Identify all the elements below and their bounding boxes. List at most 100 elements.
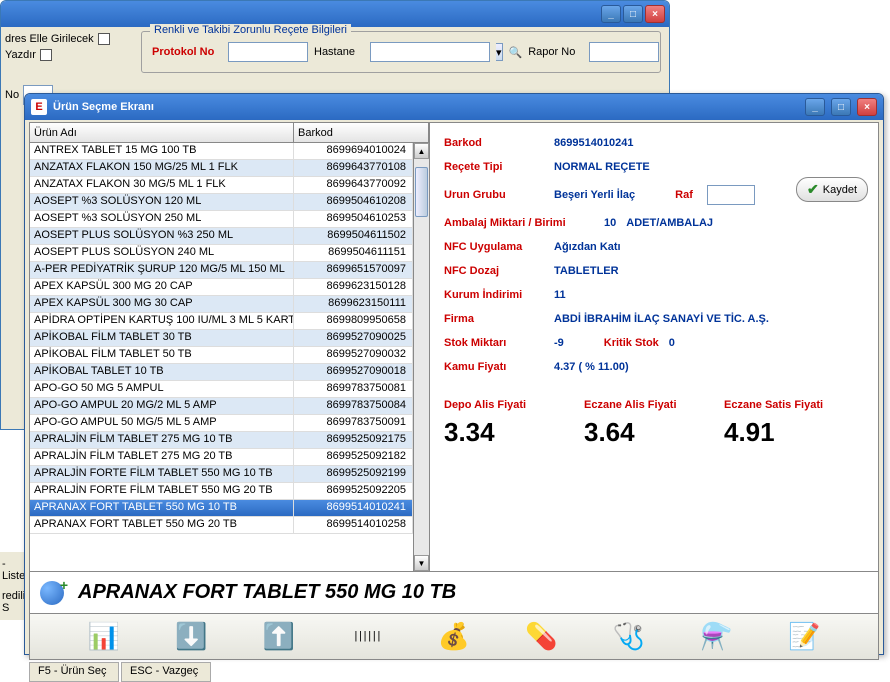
- table-row[interactable]: AOSEPT %3 SOLÜSYON 120 ML8699504610208: [30, 194, 413, 211]
- scroll-down-icon[interactable]: ▼: [414, 555, 429, 571]
- recete-fieldset: Renkli ve Takibi Zorunlu Reçete Bilgiler…: [141, 31, 661, 73]
- col-urun-adi[interactable]: Ürün Adı: [30, 123, 294, 142]
- table-row[interactable]: APRANAX FORT TABLET 550 MG 20 TB86995140…: [30, 517, 413, 534]
- status-bar: F5 - Ürün Seç ESC - Vazgeç: [29, 662, 879, 682]
- check-icon: ✔: [807, 181, 819, 198]
- table-row[interactable]: AOSEPT PLUS SOLÜSYON 240 ML8699504611151: [30, 245, 413, 262]
- cell-urun-adi: APRALJİN FORTE FİLM TABLET 550 MG 20 TB: [30, 483, 294, 499]
- kamu-fiyati-value: 4.37 ( % 11.00): [554, 361, 629, 373]
- table-row[interactable]: APEX KAPSÜL 300 MG 30 CAP8699623150111: [30, 296, 413, 313]
- table-row[interactable]: APRALJİN FORTE FİLM TABLET 550 MG 10 TB8…: [30, 466, 413, 483]
- front-titlebar: E Ürün Seçme Ekranı _ □ ×: [25, 94, 883, 120]
- hastane-dropdown-icon[interactable]: ▾: [496, 43, 503, 61]
- nfc-dozaj-value: TABLETLER: [554, 265, 619, 277]
- cell-barkod: 8699623150111: [294, 296, 413, 312]
- cell-barkod: 8699527090018: [294, 364, 413, 380]
- table-row[interactable]: APİKOBAL FİLM TABLET 30 TB8699527090025: [30, 330, 413, 347]
- table-row[interactable]: APO-GO 50 MG 5 AMPUL8699783750081: [30, 381, 413, 398]
- money-icon[interactable]: 💰: [434, 619, 474, 655]
- col-barkod[interactable]: Barkod: [294, 123, 429, 142]
- cell-barkod: 8699504611502: [294, 228, 413, 244]
- table-row[interactable]: APRANAX FORT TABLET 550 MG 10 TB86995140…: [30, 500, 413, 517]
- back-maximize-button[interactable]: □: [623, 5, 643, 23]
- kritik-stok-value: 0: [669, 337, 675, 349]
- status-f5: F5 - Ürün Seç: [29, 662, 119, 682]
- hastane-label: Hastane: [314, 46, 364, 58]
- stethoscope-icon[interactable]: 🩺: [609, 619, 649, 655]
- table-body[interactable]: ANTREX TABLET 15 MG 100 TB8699694010024A…: [30, 143, 413, 571]
- flask-icon[interactable]: ⚗️: [697, 619, 737, 655]
- cell-barkod: 8699783750091: [294, 415, 413, 431]
- raf-input[interactable]: [707, 185, 755, 205]
- table-row[interactable]: APEX KAPSÜL 300 MG 20 CAP8699623150128: [30, 279, 413, 296]
- table-row[interactable]: APİDRA OPTİPEN KARTUŞ 100 IU/ML 3 ML 5 K…: [30, 313, 413, 330]
- eczane-satis-label: Eczane Satis Fiyati: [724, 399, 844, 411]
- protokol-input[interactable]: [228, 42, 308, 62]
- scroll-thumb[interactable]: [415, 167, 428, 217]
- scroll-up-icon[interactable]: ▲: [414, 143, 429, 159]
- kritik-stok-label: Kritik Stok: [604, 337, 659, 349]
- table-row[interactable]: ANZATAX FLAKON 30 MG/5 ML 1 FLK869964377…: [30, 177, 413, 194]
- chart-icon[interactable]: 📊: [84, 619, 124, 655]
- table-header: Ürün Adı Barkod: [30, 123, 429, 143]
- cell-urun-adi: ANZATAX FLAKON 150 MG/25 ML 1 FLK: [30, 160, 294, 176]
- table-row[interactable]: ANTREX TABLET 15 MG 100 TB8699694010024: [30, 143, 413, 160]
- table-row[interactable]: A-PER PEDİYATRİK ŞURUP 120 MG/5 ML 150 M…: [30, 262, 413, 279]
- recete-tipi-label: Reçete Tipi: [444, 161, 544, 173]
- cell-urun-adi: APİKOBAL FİLM TABLET 30 TB: [30, 330, 294, 346]
- table-row[interactable]: APİKOBAL FİLM TABLET 50 TB8699527090032: [30, 347, 413, 364]
- upload-icon[interactable]: ⬆️: [259, 619, 299, 655]
- rapor-input[interactable]: [589, 42, 659, 62]
- table-row[interactable]: APRALJİN FİLM TABLET 275 MG 20 TB8699525…: [30, 449, 413, 466]
- cell-urun-adi: APRALJİN FİLM TABLET 275 MG 20 TB: [30, 449, 294, 465]
- hastane-input[interactable]: [370, 42, 490, 62]
- download-icon[interactable]: ⬇️: [171, 619, 211, 655]
- nfc-uygulama-value: Ağızdan Katı: [554, 241, 621, 253]
- recete-tipi-value: NORMAL REÇETE: [554, 161, 650, 173]
- hastane-lookup-icon[interactable]: 🔍: [509, 43, 523, 61]
- kamu-fiyati-label: Kamu Fiyatı: [444, 361, 544, 373]
- kaydet-button[interactable]: ✔ Kaydet: [796, 177, 868, 202]
- cell-barkod: 8699514010258: [294, 517, 413, 533]
- barkod-label: Barkod: [444, 137, 544, 149]
- selected-product-name: APRANAX FORT TABLET 550 MG 10 TB: [78, 581, 456, 604]
- cell-barkod: 8699527090025: [294, 330, 413, 346]
- table-row[interactable]: APRALJİN FİLM TABLET 275 MG 10 TB8699525…: [30, 432, 413, 449]
- vertical-scrollbar[interactable]: ▲ ▼: [413, 143, 429, 571]
- app-icon: E: [31, 99, 47, 115]
- maximize-button[interactable]: □: [831, 98, 851, 116]
- bottom-toolbar: 📊 ⬇️ ⬆️ |||||| 💰 💊 🩺 ⚗️ 📝: [29, 614, 879, 660]
- firma-label: Firma: [444, 313, 544, 325]
- raf-label: Raf: [675, 189, 693, 201]
- cell-urun-adi: APİKOBAL FİLM TABLET 50 TB: [30, 347, 294, 363]
- back-close-button[interactable]: ×: [645, 5, 665, 23]
- pills-icon[interactable]: 💊: [522, 619, 562, 655]
- firma-value: ABDİ İBRAHİM İLAÇ SANAYİ VE TİC. A.Ş.: [554, 313, 769, 325]
- cell-urun-adi: ANZATAX FLAKON 30 MG/5 ML 1 FLK: [30, 177, 294, 193]
- adres-elle-checkbox[interactable]: [98, 33, 110, 45]
- rapor-label: Rapor No: [528, 46, 583, 58]
- close-button[interactable]: ×: [857, 98, 877, 116]
- cell-urun-adi: APO-GO AMPUL 50 MG/5 ML 5 AMP: [30, 415, 294, 431]
- cell-barkod: 8699525092175: [294, 432, 413, 448]
- cell-barkod: 8699783750081: [294, 381, 413, 397]
- back-minimize-button[interactable]: _: [601, 5, 621, 23]
- table-row[interactable]: APO-GO AMPUL 50 MG/5 ML 5 AMP86997837500…: [30, 415, 413, 432]
- urun-grubu-label: Urun Grubu: [444, 189, 544, 201]
- table-row[interactable]: AOSEPT PLUS SOLÜSYON %3 250 ML8699504611…: [30, 228, 413, 245]
- yazdir-label: Yazdır: [5, 49, 36, 61]
- table-row[interactable]: APİKOBAL TABLET 10 TB8699527090018: [30, 364, 413, 381]
- table-row[interactable]: ANZATAX FLAKON 150 MG/25 ML 1 FLK8699643…: [30, 160, 413, 177]
- table-row[interactable]: APO-GO AMPUL 20 MG/2 ML 5 AMP86997837500…: [30, 398, 413, 415]
- cell-urun-adi: APO-GO AMPUL 20 MG/2 ML 5 AMP: [30, 398, 294, 414]
- minimize-button[interactable]: _: [805, 98, 825, 116]
- table-row[interactable]: APRALJİN FORTE FİLM TABLET 550 MG 20 TB8…: [30, 483, 413, 500]
- table-row[interactable]: AOSEPT %3 SOLÜSYON 250 ML8699504610253: [30, 211, 413, 228]
- cell-urun-adi: APEX KAPSÜL 300 MG 30 CAP: [30, 296, 294, 312]
- barcode-icon[interactable]: ||||||: [346, 619, 386, 655]
- selected-product-bar: APRANAX FORT TABLET 550 MG 10 TB: [29, 572, 879, 614]
- ambalaj-label: Ambalaj Miktari / Birimi: [444, 217, 594, 229]
- notes-icon[interactable]: 📝: [784, 619, 824, 655]
- cell-urun-adi: ANTREX TABLET 15 MG 100 TB: [30, 143, 294, 159]
- yazdir-checkbox[interactable]: [40, 49, 52, 61]
